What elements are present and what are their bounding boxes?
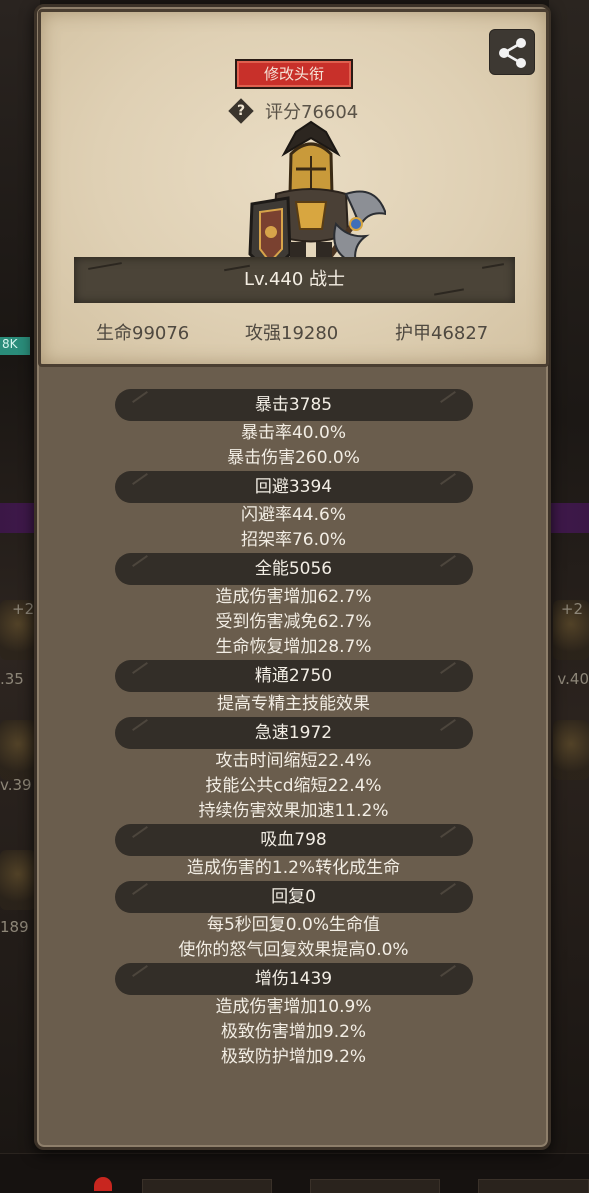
- attribute-group-crit: 暴击3785 暴击率40.0% 暴击伤害260.0%: [38, 389, 549, 471]
- level-bar: Lv.440 战士: [74, 257, 515, 303]
- share-button[interactable]: [489, 29, 535, 75]
- attribute-header: 增伤1439: [114, 963, 473, 995]
- attack-stat: 攻强19280: [245, 323, 339, 344]
- attribute-group-mastery: 精通2750 提高专精主技能效果: [38, 660, 549, 717]
- main-stats-row: 生命99076 攻强19280 护甲46827: [41, 319, 546, 347]
- attribute-line: 极致伤害增加9.2%: [220, 1022, 367, 1042]
- background-item-slot: [553, 720, 589, 780]
- attribute-group-haste: 急速1972 攻击时间缩短22.4% 技能公共cd缩短22.4% 持续伤害效果加…: [38, 717, 549, 824]
- attribute-line: 造成伤害的1.2%转化成生命: [186, 858, 401, 878]
- background-right: [549, 0, 589, 1193]
- attribute-line: 造成伤害增加10.9%: [215, 997, 372, 1017]
- share-icon: [499, 38, 526, 68]
- attribute-group-evasion: 回避3394 闪避率44.6% 招架率76.0%: [38, 471, 549, 553]
- character-card: 修改头衔 ? 评分76604 Lv.440 战士 生命99076 攻强19280…: [38, 9, 549, 367]
- background-tab: [310, 1179, 440, 1193]
- background-badge: 8K: [0, 337, 30, 355]
- attribute-header: 回复0: [114, 881, 473, 913]
- attribute-line: 技能公共cd缩短22.4%: [205, 776, 382, 796]
- attribute-header: 吸血798: [114, 824, 473, 856]
- attribute-header: 精通2750: [114, 660, 473, 692]
- background-plus: +2: [560, 600, 583, 618]
- attribute-line: 攻击时间缩短22.4%: [215, 751, 372, 771]
- attribute-line: 使你的怒气回复效果提高0.0%: [178, 940, 409, 960]
- attribute-group-regen: 回复0 每5秒回复0.0%生命值 使你的怒气回复效果提高0.0%: [38, 881, 549, 963]
- attribute-line: 暴击伤害260.0%: [227, 448, 360, 468]
- attribute-line: 生命恢复增加28.7%: [215, 637, 372, 657]
- armor-stat: 护甲46827: [395, 323, 489, 344]
- attribute-line: 提高专精主技能效果: [217, 694, 370, 714]
- background-item-slot: [0, 850, 36, 910]
- attribute-line: 闪避率44.6%: [240, 505, 346, 525]
- attribute-line: 极致防护增加9.2%: [220, 1047, 367, 1067]
- hp-stat: 生命99076: [96, 323, 190, 344]
- attribute-line: 暴击率40.0%: [240, 423, 346, 443]
- attribute-header: 暴击3785: [114, 389, 473, 421]
- attribute-group-damage-bonus: 增伤1439 造成伤害增加10.9% 极致伤害增加9.2% 极致防护增加9.2%: [38, 963, 549, 1070]
- attribute-line: 持续伤害效果加速11.2%: [198, 801, 389, 821]
- attribute-line: 每5秒回复0.0%生命值: [206, 915, 380, 935]
- attribute-line: 招架率76.0%: [240, 530, 346, 550]
- alert-icon: [94, 1177, 112, 1191]
- attribute-list: 暴击3785 暴击率40.0% 暴击伤害260.0% 回避3394 闪避率44.…: [38, 389, 549, 1070]
- attribute-group-versatility: 全能5056 造成伤害增加62.7% 受到伤害减免62.7% 生命恢复增加28.…: [38, 553, 549, 660]
- background-level: v.39: [0, 776, 32, 794]
- background-bottom-bar: [0, 1153, 589, 1193]
- background-level: 189: [0, 918, 29, 936]
- background-level: v.40: [557, 670, 589, 688]
- edit-title-button[interactable]: 修改头衔: [235, 59, 353, 89]
- background-tab: [142, 1179, 272, 1193]
- background-item-slot: [0, 720, 36, 780]
- attribute-line: 受到伤害减免62.7%: [215, 612, 372, 632]
- background-tab: [478, 1179, 589, 1193]
- background-plus: +2: [12, 600, 35, 618]
- level-class-text: Lv.440 战士: [243, 269, 346, 290]
- attribute-header: 全能5056: [114, 553, 473, 585]
- background-level: .35: [0, 670, 24, 688]
- attribute-header: 回避3394: [114, 471, 473, 503]
- attribute-group-lifesteal: 吸血798 造成伤害的1.2%转化成生命: [38, 824, 549, 881]
- attribute-line: 造成伤害增加62.7%: [215, 587, 372, 607]
- attribute-header: 急速1972: [114, 717, 473, 749]
